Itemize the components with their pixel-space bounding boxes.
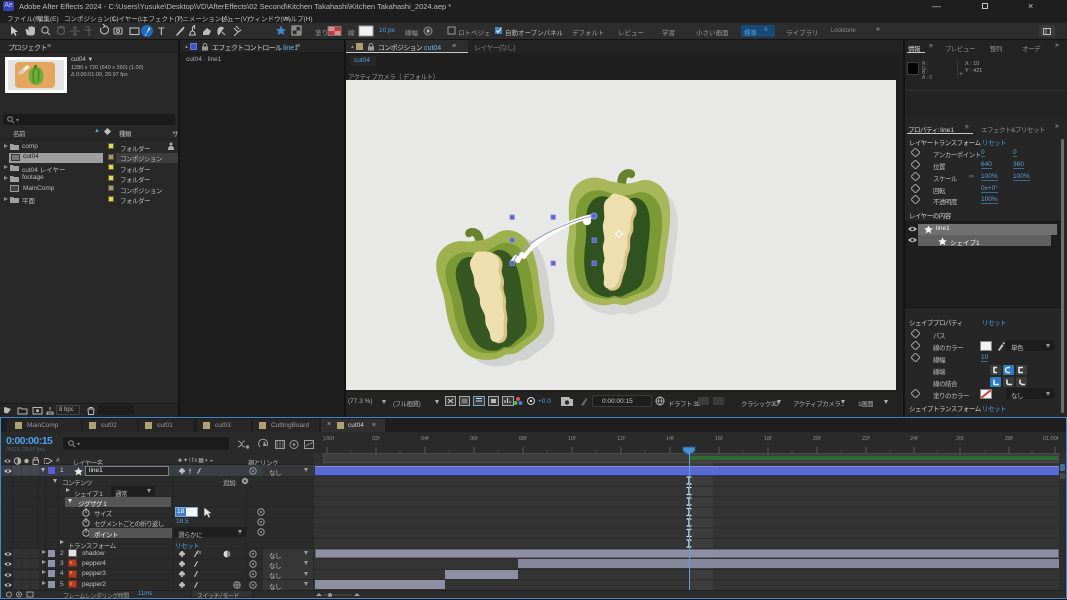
svg-text:T: T [158, 26, 165, 38]
